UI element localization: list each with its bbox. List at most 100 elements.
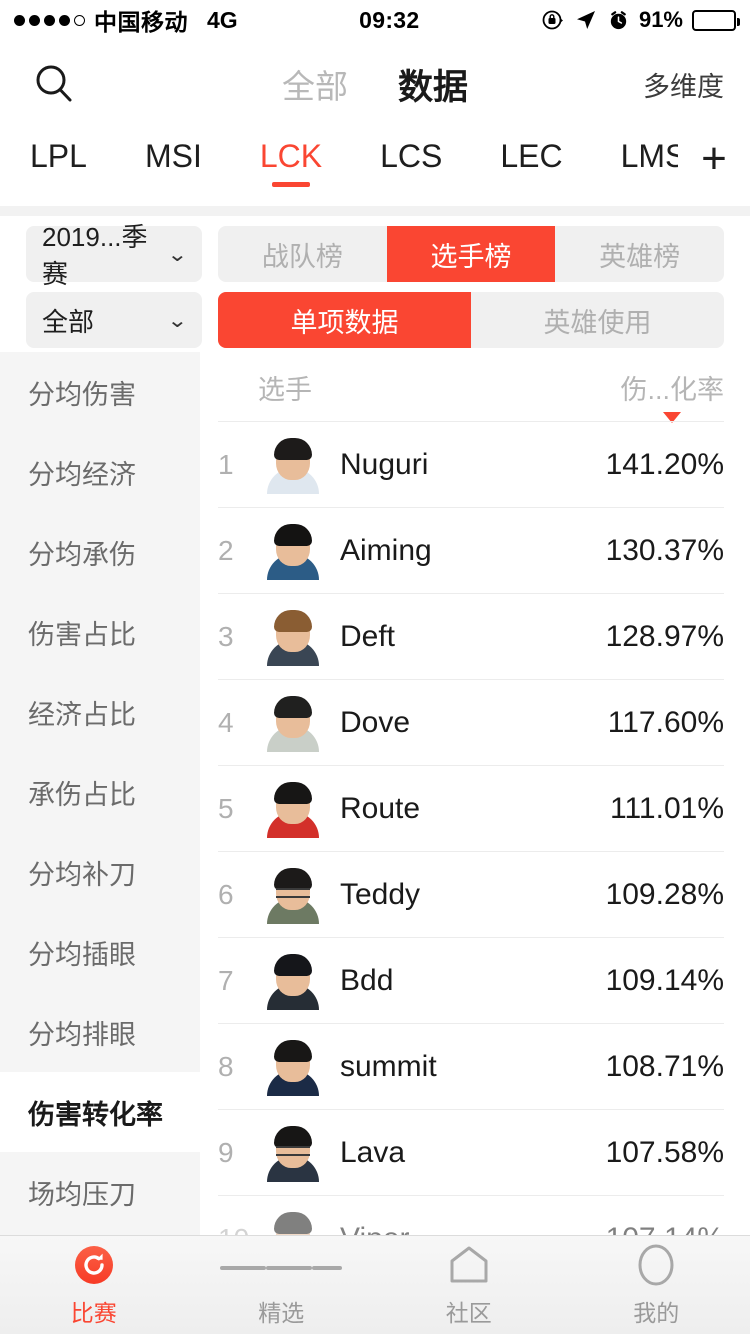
- table-row[interactable]: 10 Viper 107.14%: [200, 1196, 750, 1235]
- row-rank: 9: [218, 1137, 234, 1168]
- league-tab-strip[interactable]: LPL MSI LCK LCS LEC LMS L +: [0, 128, 750, 206]
- battery-percent-label: 91%: [638, 7, 683, 32]
- row-player-name: Dove: [340, 706, 411, 739]
- avatar: [264, 952, 322, 1010]
- league-tab-lms[interactable]: LMS: [621, 128, 687, 191]
- row-metric-value: 107.14%: [606, 1222, 724, 1235]
- filter-row-season: 2019...季赛 ⌄ 战队榜 选手榜 英雄榜: [0, 222, 750, 289]
- table-row[interactable]: 5 Route 111.01%: [200, 766, 750, 852]
- row-metric-value: 128.97%: [605, 620, 724, 653]
- filter-row-scope: 全部 ⌄ 单项数据 英雄使用: [0, 292, 750, 348]
- carrier-label: 中国移动: [94, 9, 188, 35]
- sort-descending-icon: [663, 411, 682, 423]
- table-row[interactable]: 6 Teddy 109.28%: [200, 852, 750, 938]
- rotation-lock-icon: [542, 10, 563, 30]
- table-row[interactable]: 3 Deft 128.97%: [200, 594, 750, 680]
- segment-single-data[interactable]: 单项数据: [218, 292, 471, 348]
- row-rank: 3: [218, 621, 234, 652]
- sidebar-item-avg-damage[interactable]: 分均伤害: [0, 352, 200, 432]
- status-bar-left: 中国移动 4G: [14, 3, 238, 37]
- row-metric-value: 107.58%: [605, 1136, 724, 1169]
- add-league-button[interactable]: +: [678, 128, 750, 190]
- row-metric-value: 109.28%: [605, 878, 724, 911]
- multi-dimension-button[interactable]: 多维度: [643, 65, 724, 104]
- app-root: 中国移动 4G 09:32 91% 全部 数据 多维度 LPL MSI LCK …: [0, 0, 750, 1334]
- segment-team-ranking[interactable]: 战队榜: [218, 226, 387, 282]
- ranking-type-segmented[interactable]: 战队榜 选手榜 英雄榜: [218, 226, 724, 282]
- navigation-bar: 全部 数据 多维度: [0, 40, 750, 128]
- segment-champion-usage[interactable]: 英雄使用: [471, 292, 724, 348]
- scope-select[interactable]: 全部 ⌄: [26, 292, 202, 348]
- person-circle-icon: [634, 1242, 678, 1288]
- status-bar-right: 91%: [541, 7, 740, 33]
- row-player-name: Teddy: [340, 878, 421, 911]
- metric-sidebar[interactable]: 分均伤害 分均经济 分均承伤 伤害占比 经济占比 承伤占比 分均补刀 分均插眼 …: [0, 352, 200, 1235]
- sidebar-item-avg-wards-placed[interactable]: 分均插眼: [0, 912, 200, 992]
- table-row[interactable]: 4 Dove 117.60%: [200, 680, 750, 766]
- segment-player-ranking[interactable]: 选手榜: [386, 226, 556, 282]
- tabbar-item-featured[interactable]: 精选: [188, 1242, 376, 1328]
- avatar: [264, 608, 322, 666]
- league-tab-lpl[interactable]: LPL: [30, 128, 87, 191]
- row-player-name: Route: [340, 792, 421, 825]
- segment-champion-ranking[interactable]: 英雄榜: [555, 226, 724, 282]
- column-header-metric-label: 伤...化率: [620, 374, 724, 405]
- row-player-name: Lava: [340, 1136, 406, 1169]
- sidebar-item-avg-gold[interactable]: 分均经济: [0, 432, 200, 512]
- row-metric-value: 108.71%: [605, 1050, 724, 1083]
- league-tab-scroller[interactable]: LPL MSI LCK LCS LEC LMS: [0, 128, 744, 191]
- row-rank: 4: [218, 707, 234, 738]
- nav-tab-data[interactable]: 数据: [398, 59, 468, 110]
- row-rank: 6: [218, 879, 234, 910]
- table-row[interactable]: 8 summit 108.71%: [200, 1024, 750, 1110]
- avatar: [264, 1038, 322, 1096]
- table-row[interactable]: 9 Lava 107.58%: [200, 1110, 750, 1196]
- data-view-segmented[interactable]: 单项数据 英雄使用: [218, 292, 724, 348]
- signal-strength-icon: [14, 14, 85, 26]
- chevron-down-icon: ⌄: [167, 243, 189, 266]
- refresh-circle-icon: [71, 1242, 117, 1288]
- row-rank: 2: [218, 535, 234, 566]
- league-tab-label: LCK: [259, 138, 323, 174]
- table-header-row: 选手 伤...化率: [200, 352, 750, 423]
- tabbar-item-matches[interactable]: 比赛: [0, 1242, 188, 1328]
- tabbar-label: 我的: [633, 1300, 680, 1326]
- row-metric-value: 111.01%: [610, 792, 724, 825]
- row-player-name: Aiming: [340, 534, 432, 567]
- sidebar-item-damage-share[interactable]: 伤害占比: [0, 592, 200, 672]
- status-bar: 中国移动 4G 09:32 91%: [0, 0, 750, 40]
- row-player-name: Bdd: [340, 964, 394, 997]
- sidebar-item-damage-taken-share[interactable]: 承伤占比: [0, 752, 200, 832]
- sidebar-item-avg-cs[interactable]: 分均补刀: [0, 832, 200, 912]
- table-row[interactable]: 2 Aiming 130.37%: [200, 508, 750, 594]
- avatar: [264, 1124, 322, 1182]
- table-row[interactable]: 1 Nuguri 141.20%: [200, 422, 750, 508]
- sidebar-item-avg-cs-diff[interactable]: 场均压刀: [0, 1152, 200, 1232]
- league-tab-lec[interactable]: LEC: [500, 128, 562, 191]
- league-tab-label: MSI: [144, 138, 202, 174]
- league-tab-msi[interactable]: MSI: [145, 128, 202, 191]
- column-header-player[interactable]: 选手: [258, 368, 312, 407]
- season-select[interactable]: 2019...季赛 ⌄: [26, 222, 202, 289]
- nav-title-group: 全部 数据: [0, 40, 750, 128]
- nav-tab-all[interactable]: 全部: [282, 60, 348, 108]
- tabbar-item-profile[interactable]: 我的: [563, 1242, 750, 1328]
- league-tab-label: LCS: [380, 138, 443, 174]
- tabbar-item-community[interactable]: 社区: [375, 1242, 563, 1328]
- sidebar-item-damage-conversion[interactable]: 伤害转化率: [0, 1072, 200, 1152]
- league-tab-lcs[interactable]: LCS: [380, 128, 442, 191]
- sidebar-item-avg-damage-taken[interactable]: 分均承伤: [0, 512, 200, 592]
- league-tab-lck[interactable]: LCK: [260, 128, 322, 191]
- tabbar-label: 比赛: [70, 1300, 117, 1326]
- tabbar-label: 社区: [445, 1300, 492, 1326]
- avatar: [264, 694, 322, 752]
- sidebar-item-avg-wards-cleared[interactable]: 分均排眼: [0, 992, 200, 1072]
- row-rank: 1: [218, 449, 234, 480]
- league-tab-label: LPL: [30, 138, 87, 174]
- row-player-name: Nuguri: [340, 448, 429, 481]
- search-button[interactable]: [26, 56, 82, 112]
- row-metric-value: 117.60%: [607, 706, 724, 739]
- sidebar-item-gold-share[interactable]: 经济占比: [0, 672, 200, 752]
- column-header-metric[interactable]: 伤...化率: [620, 368, 724, 423]
- table-row[interactable]: 7 Bdd 109.14%: [200, 938, 750, 1024]
